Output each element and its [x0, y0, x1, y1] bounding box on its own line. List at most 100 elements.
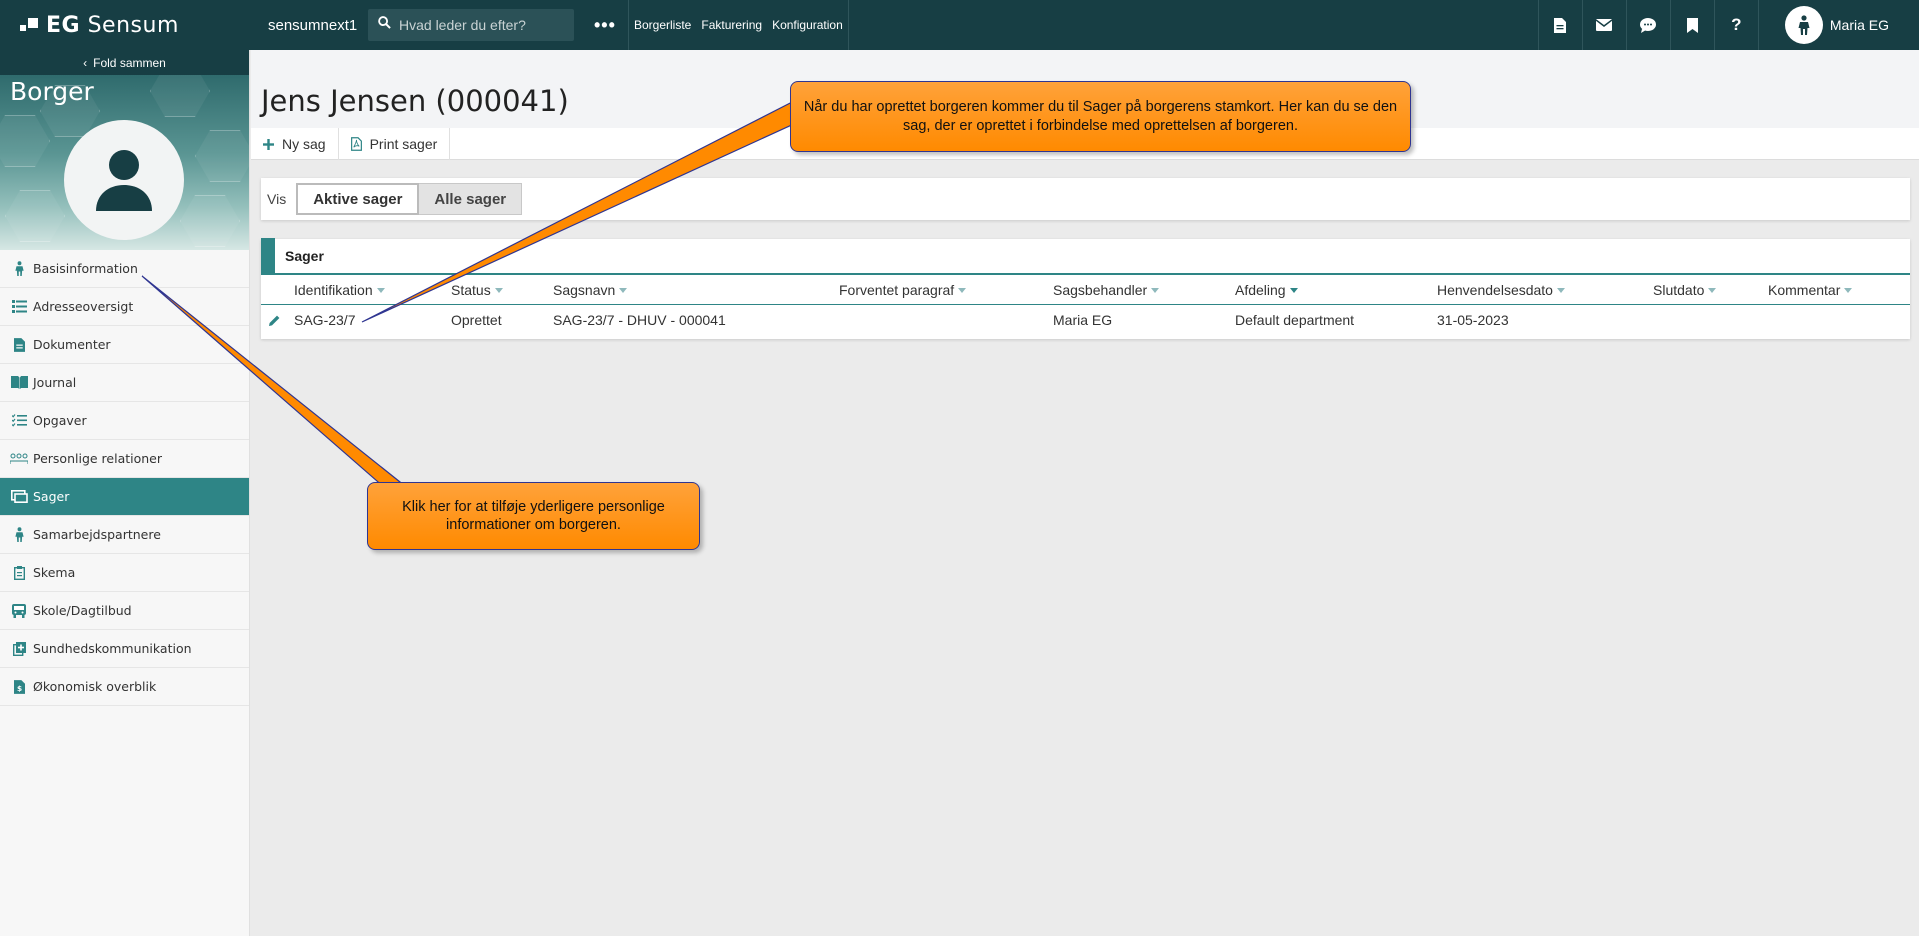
sidebar-item-sager[interactable]: Sager — [0, 478, 249, 516]
column-header-sagsnavn[interactable]: Sagsnavn — [553, 275, 628, 305]
sidebar-item-label: Sager — [33, 489, 70, 504]
column-label: Slutdato — [1653, 282, 1705, 298]
user-menu[interactable]: Maria EG — [1757, 0, 1919, 50]
filter-all-cases[interactable]: Alle sager — [419, 184, 522, 214]
sidebar-item-label: Adresseoversigt — [33, 299, 134, 314]
nav-konfiguration[interactable]: Konfiguration — [767, 0, 849, 50]
help-button[interactable]: ? — [1713, 0, 1758, 50]
cell-identifikation[interactable]: SAG-23/7 — [294, 305, 355, 335]
new-case-button[interactable]: Ny sag — [251, 128, 339, 160]
column-label: Afdeling — [1235, 282, 1286, 298]
column-label: Henvendelsesdato — [1437, 282, 1553, 298]
cases-panel-header: Sager — [261, 238, 1910, 275]
sidebar-item-label: Skema — [33, 565, 76, 580]
sidebar-item-personlige-relationer[interactable]: Personlige relationer — [0, 440, 249, 478]
sort-caret-icon — [1844, 287, 1853, 293]
sidebar-item-label: Dokumenter — [33, 337, 111, 352]
column-label: Forventet paragraf — [839, 282, 955, 298]
column-header-afdeling[interactable]: Afdeling — [1235, 275, 1298, 305]
column-header-sagsbehandler[interactable]: Sagsbehandler — [1053, 275, 1160, 305]
bookmarks-button[interactable] — [1669, 0, 1714, 50]
fold-sidebar-button[interactable]: ‹ Fold sammen — [0, 50, 249, 75]
column-header-status[interactable]: Status — [451, 275, 503, 305]
edit-case-button[interactable] — [269, 305, 280, 335]
sidebar-item-opgaver[interactable]: Opgaver — [0, 402, 249, 440]
pencil-icon — [269, 315, 280, 326]
documents-button[interactable] — [1537, 0, 1582, 50]
chat-icon — [1640, 17, 1657, 33]
sidebar-item-journal[interactable]: Journal — [0, 364, 249, 402]
top-nav: Borgerliste Fakturering Konfiguration — [628, 0, 849, 50]
hex-decoration — [180, 195, 240, 247]
column-header-forventet-paragraf[interactable]: Forventet paragraf — [839, 275, 967, 305]
sidebar-item-okonomisk-overblik[interactable]: $ Økonomisk overblik — [0, 668, 249, 706]
relations-icon — [10, 451, 28, 467]
address-list-icon — [10, 299, 28, 315]
sidebar-title: Borger — [10, 77, 94, 106]
citizen-hero: Borger — [0, 75, 249, 250]
brand-name: Sensum — [87, 12, 179, 38]
column-header-identifikation[interactable]: Identifikation — [294, 275, 385, 305]
cases-panel: Sager Identifikation Status Sagsnavn For… — [261, 238, 1910, 339]
sidebar-item-sundhedskommunikation[interactable]: Sundhedskommunikation — [0, 630, 249, 668]
cell-sagsnavn: SAG-23/7 - DHUV - 000041 — [553, 312, 726, 328]
sidebar-item-adresseoversigt[interactable]: Adresseoversigt — [0, 288, 249, 326]
search-icon — [378, 16, 391, 34]
person-icon — [10, 527, 28, 543]
nav-fakturering[interactable]: Fakturering — [696, 0, 767, 50]
cases-table-header: Identifikation Status Sagsnavn Forventet… — [261, 275, 1910, 305]
table-row[interactable]: SAG-23/7 Oprettet SAG-23/7 - DHUV - 0000… — [261, 305, 1910, 335]
brand-prefix: EG — [46, 12, 81, 38]
sidebar-item-label: Økonomisk overblik — [33, 679, 157, 694]
sidebar-item-label: Opgaver — [33, 413, 87, 428]
print-cases-label: Print sager — [369, 136, 438, 152]
sidebar-item-label: Personlige relationer — [33, 451, 163, 466]
filter-active-cases[interactable]: Aktive sager — [296, 183, 420, 215]
user-name: Maria EG — [1829, 17, 1889, 33]
hex-decoration — [5, 190, 65, 242]
document-icon — [10, 337, 28, 353]
sort-caret-icon — [494, 287, 503, 293]
case-filter: Vis Aktive sager Alle sager — [261, 178, 1910, 220]
filter-segment: Aktive sager Alle sager — [296, 183, 523, 215]
user-avatar — [1784, 6, 1823, 44]
sidebar-item-skema[interactable]: Skema — [0, 554, 249, 592]
fold-label: Fold sammen — [93, 55, 166, 70]
plus-icon — [263, 138, 274, 150]
print-cases-button[interactable]: Print sager — [339, 128, 451, 160]
search-box[interactable] — [368, 9, 574, 41]
logo[interactable]: EG Sensum — [0, 0, 250, 50]
search-input[interactable] — [399, 17, 559, 33]
chat-button[interactable] — [1625, 0, 1670, 50]
sidebar-item-dokumenter[interactable]: Dokumenter — [0, 326, 249, 364]
new-case-label: Ny sag — [282, 136, 326, 152]
sidebar-item-samarbejdspartnere[interactable]: Samarbejdspartnere — [0, 516, 249, 554]
column-header-henvendelsesdato[interactable]: Henvendelsesdato — [1437, 275, 1565, 305]
citizen-avatar — [64, 120, 184, 240]
sidebar-item-basisinformation[interactable]: Basisinformation — [0, 250, 249, 288]
pdf-icon — [350, 137, 362, 151]
sidebar-item-label: Sundhedskommunikation — [33, 641, 192, 656]
nav-borgerliste[interactable]: Borgerliste — [629, 0, 696, 50]
book-icon — [10, 375, 28, 391]
logo-mark-icon — [20, 18, 38, 32]
column-header-kommentar[interactable]: Kommentar — [1768, 275, 1853, 305]
sidebar: ‹ Fold sammen Borger Basisinformation Ad… — [0, 50, 250, 936]
case-icon — [10, 489, 28, 505]
messages-button[interactable] — [1581, 0, 1626, 50]
user-silhouette-icon — [96, 150, 152, 211]
callout-top: Når du har oprettet borgeren kommer du t… — [790, 81, 1411, 152]
sort-caret-icon — [958, 287, 967, 293]
column-label: Sagsbehandler — [1053, 282, 1148, 298]
sort-caret-icon — [619, 287, 628, 293]
svg-text:$: $ — [16, 684, 21, 693]
sort-caret-icon — [1289, 287, 1298, 293]
panel-accent-bar — [261, 238, 275, 274]
sidebar-item-skole-dagtilbud[interactable]: Skole/Dagtilbud — [0, 592, 249, 630]
more-menu-button[interactable]: ••• — [594, 15, 624, 36]
filter-label: Vis — [267, 191, 287, 207]
sidebar-item-label: Journal — [33, 375, 77, 390]
callout-left: Klik her for at tilføje yderligere perso… — [367, 482, 700, 550]
column-header-slutdato[interactable]: Slutdato — [1653, 275, 1717, 305]
top-right-actions: ? Maria EG — [1537, 0, 1919, 50]
